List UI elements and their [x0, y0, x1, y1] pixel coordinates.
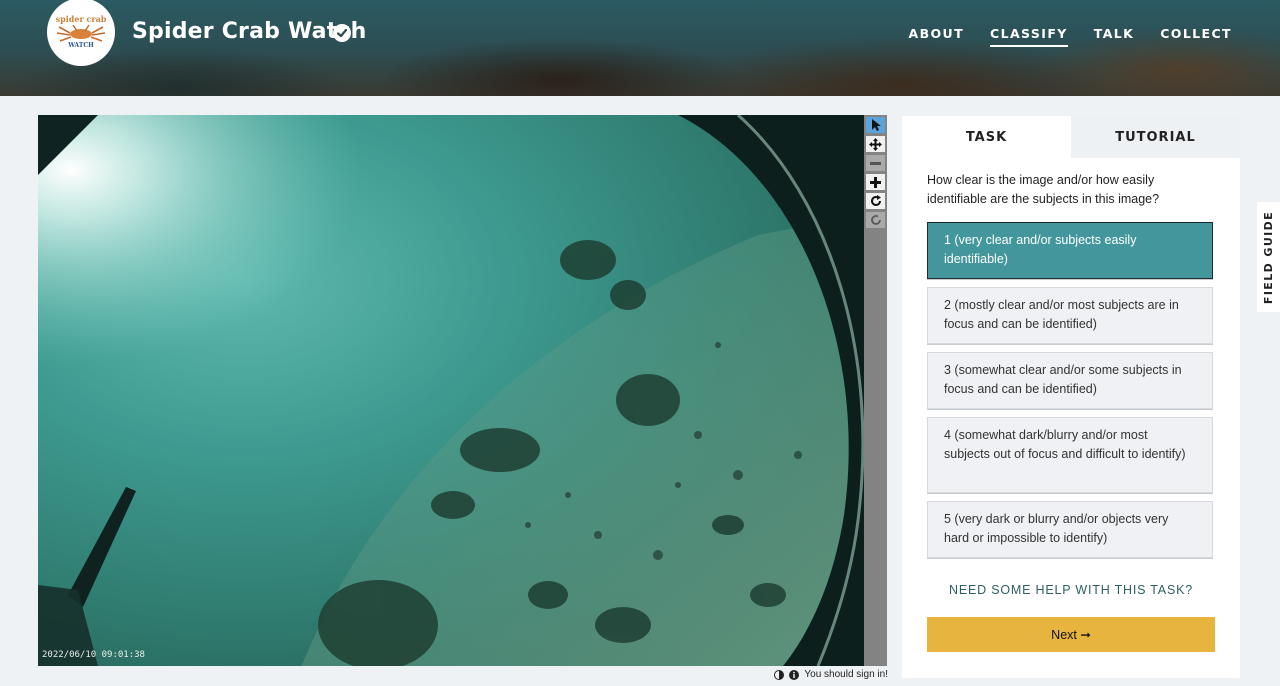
crab-logo-icon [56, 24, 106, 42]
zoom-out-icon [870, 161, 881, 165]
panel-tabs: TASK TUTORIAL [902, 116, 1240, 158]
site-header: spider crab WATCH Spider Crab Watch ABOU… [0, 0, 1280, 96]
answer-option-5[interactable]: 5 (very dark or blurry and/or objects ve… [927, 501, 1213, 558]
tab-tutorial[interactable]: TUTORIAL [1071, 116, 1240, 158]
nav-about[interactable]: ABOUT [909, 26, 965, 47]
task-help-link[interactable]: NEED SOME HELP WITH THIS TASK? [927, 583, 1215, 597]
logo-text-top: spider crab [55, 14, 107, 24]
main-nav: ABOUT CLASSIFY TALK COLLECT [909, 26, 1232, 47]
task-question: How clear is the image and/or how easily… [927, 173, 1160, 206]
nav-collect[interactable]: COLLECT [1160, 26, 1232, 47]
move-tool-button[interactable] [866, 136, 885, 152]
tab-task[interactable]: TASK [902, 116, 1071, 158]
signin-notice: You should sign in! [774, 669, 888, 680]
answer-option-3[interactable]: 3 (somewhat clear and/or some subjects i… [927, 352, 1213, 409]
rotate-icon [870, 195, 881, 206]
rotate-button[interactable] [866, 193, 885, 209]
image-toolbar [864, 115, 887, 666]
answer-option-1[interactable]: 1 (very clear and/or subjects easily ide… [927, 222, 1213, 279]
verified-check-icon [333, 24, 351, 42]
zoom-in-button[interactable] [866, 174, 885, 190]
contrast-icon[interactable] [774, 669, 785, 680]
info-icon[interactable] [789, 669, 800, 680]
answer-option-4[interactable]: 4 (somewhat dark/blurry and/or most subj… [927, 417, 1213, 493]
zoom-out-button[interactable] [866, 155, 885, 171]
next-button[interactable]: Next ➞ [927, 617, 1215, 652]
move-icon [869, 137, 882, 151]
logo-text-bottom: WATCH [68, 42, 94, 49]
reset-icon [870, 215, 881, 225]
zoom-in-icon [870, 176, 881, 188]
nav-talk[interactable]: TALK [1094, 26, 1134, 47]
field-guide-tab[interactable]: FIELD GUIDE [1257, 202, 1280, 312]
underwater-photo [38, 115, 864, 666]
site-logo[interactable]: spider crab WATCH [47, 0, 115, 66]
field-guide-label: FIELD GUIDE [1262, 210, 1276, 304]
pointer-icon [871, 119, 881, 131]
nav-classify[interactable]: CLASSIFY [990, 26, 1068, 47]
answer-option-2[interactable]: 2 (mostly clear and/or most subjects are… [927, 287, 1213, 344]
pointer-tool-button[interactable] [866, 117, 885, 133]
signin-text[interactable]: You should sign in! [804, 669, 888, 680]
reset-button[interactable] [866, 212, 885, 228]
subject-image[interactable]: 2022/06/10 09:01:38 [38, 115, 864, 666]
image-timestamp: 2022/06/10 09:01:38 [42, 650, 145, 660]
task-panel: TASK TUTORIAL How clear is the image and… [902, 116, 1240, 678]
site-title[interactable]: Spider Crab Watch [132, 19, 367, 44]
